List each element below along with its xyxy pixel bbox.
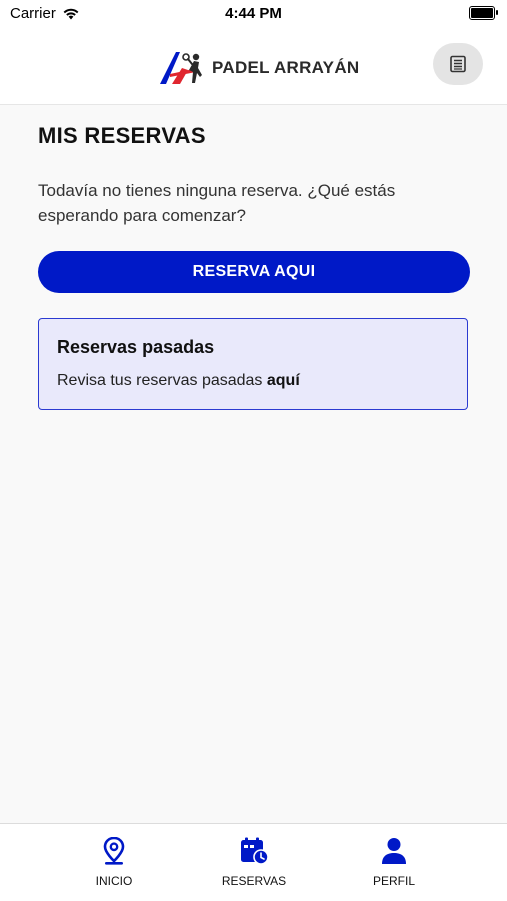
location-pin-icon	[103, 837, 125, 865]
status-time: 4:44 PM	[225, 5, 282, 22]
brand-name: PADEL ARRAYÁN	[212, 58, 360, 77]
reserve-button[interactable]: RESERVA AQUI	[38, 251, 470, 293]
brand-logo[interactable]: PADEL ARRAYÁN	[158, 50, 359, 86]
past-reservations-card[interactable]: Reservas pasadas Revisa tus reservas pas…	[38, 318, 468, 410]
user-icon	[382, 838, 406, 864]
empty-reservations-message: Todavía no tienes ninguna reserva. ¿Qué …	[38, 181, 396, 225]
tab-inicio-label: INICIO	[95, 874, 133, 888]
past-reservations-link[interactable]: aquí	[267, 372, 300, 389]
tab-perfil[interactable]: PERFIL	[339, 836, 449, 888]
menu-button[interactable]	[433, 43, 483, 85]
past-reservations-description: Revisa tus reservas pasadas	[57, 372, 267, 389]
padel-player-logo-icon	[160, 52, 202, 84]
page-title: MIS RESERVAS	[38, 123, 206, 148]
tab-reservas-label: RESERVAS	[221, 874, 287, 888]
past-reservations-title: Reservas pasadas	[57, 337, 215, 357]
app-header: PADEL ARRAYÁN	[0, 30, 507, 105]
battery-icon	[469, 6, 498, 20]
tab-perfil-label: PERFIL	[372, 874, 415, 888]
tab-inicio[interactable]: INICIO	[59, 836, 169, 888]
tab-reservas[interactable]: RESERVAS	[199, 836, 309, 888]
past-reservations-text: Revisa tus reservas pasadas aquí	[57, 372, 300, 390]
status-bar: Carrier 4:44 PM	[0, 0, 507, 30]
calendar-clock-icon	[241, 837, 269, 865]
tab-bar: INICIO RESERVAS PERFIL	[0, 823, 507, 901]
list-icon	[450, 55, 466, 73]
